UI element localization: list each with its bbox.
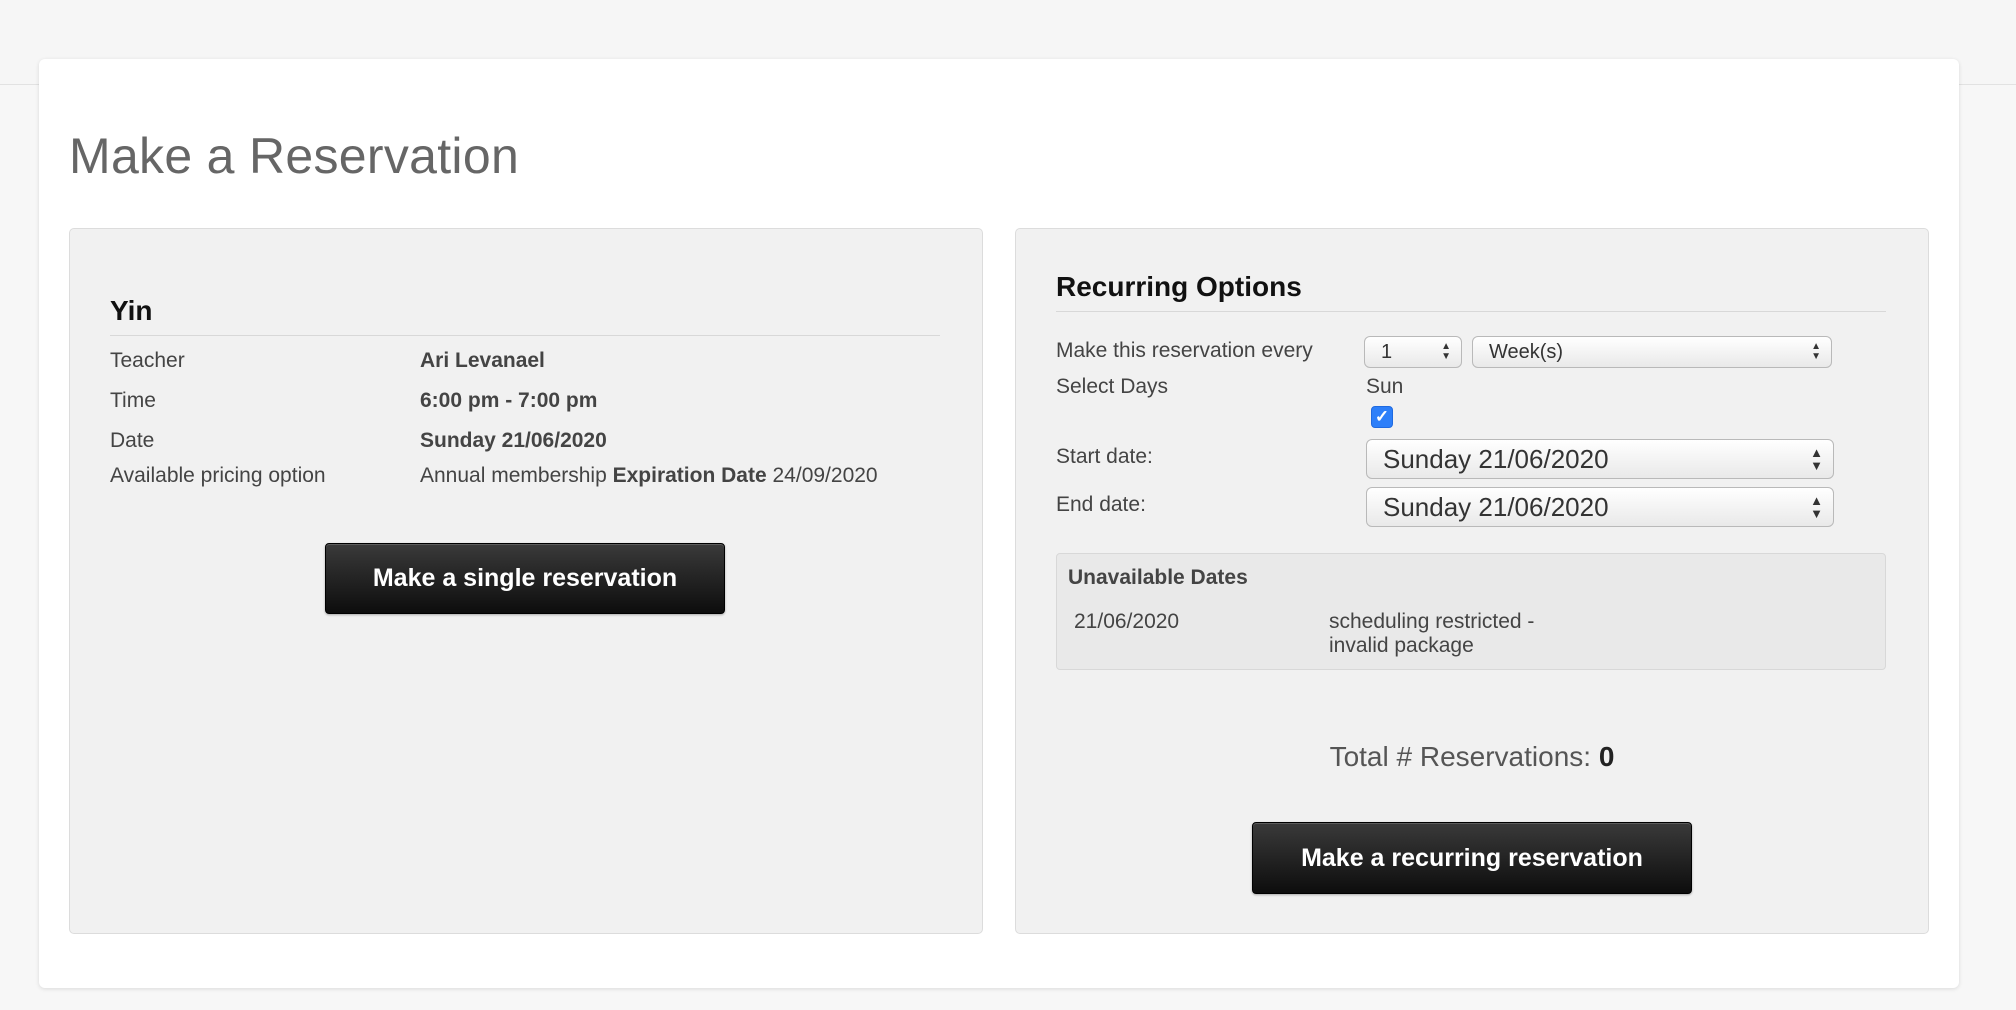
total-reservations: Total # Reservations: 0 — [1016, 741, 1928, 773]
total-count: 0 — [1598, 741, 1615, 772]
recurring-options-title: Recurring Options — [1056, 271, 1886, 312]
end-date-value: Sunday 21/06/2020 — [1383, 491, 1609, 522]
unavailable-reason: scheduling restricted - invalid package — [1329, 610, 1535, 657]
detail-label: Teacher — [110, 349, 185, 372]
make-single-reservation-button[interactable]: Make a single reservation — [325, 543, 725, 614]
date-value: Sunday 21/06/2020 — [420, 429, 607, 452]
unavailable-date: 21/06/2020 — [1074, 610, 1180, 633]
start-date-value: Sunday 21/06/2020 — [1383, 443, 1609, 474]
select-arrows-icon: ▲ ▼ — [1810, 493, 1823, 521]
pricing-option: Annual membership — [420, 464, 607, 487]
pricing-value: Annual membership Expiration Date 24/09/… — [420, 464, 878, 488]
day-sun-label: Sun — [1366, 375, 1404, 398]
repeat-every-label: Make this reservation every — [1056, 339, 1313, 362]
expiration-label: Expiration Date — [612, 464, 767, 487]
detail-label: Date — [110, 429, 155, 452]
detail-label: Available pricing option — [110, 464, 326, 487]
interval-unit-value: Week(s) — [1489, 340, 1564, 363]
expiration-date: 24/09/2020 — [772, 464, 878, 487]
class-name: Yin — [110, 295, 940, 336]
time-value: 6:00 pm - 7:00 pm — [420, 389, 598, 412]
recurring-options-panel: Recurring Options Make this reservation … — [1015, 228, 1929, 934]
detail-label: Time — [110, 389, 156, 412]
unavailable-dates-title: Unavailable Dates — [1068, 566, 1248, 589]
end-date-select[interactable]: Sunday 21/06/2020 ▲ ▼ — [1366, 487, 1834, 527]
select-arrows-icon: ▲ ▼ — [1810, 445, 1823, 473]
day-sun-checkbox[interactable]: ✓ — [1371, 406, 1393, 428]
teacher-value: Ari Levanael — [420, 349, 545, 372]
select-arrows-icon: ▲ ▼ — [1441, 341, 1451, 362]
select-days-label: Select Days — [1056, 375, 1169, 398]
class-details-panel: Yin Teacher Ari Levanael Time 6:00 pm - … — [69, 228, 983, 934]
start-date-select[interactable]: Sunday 21/06/2020 ▲ ▼ — [1366, 439, 1834, 479]
interval-value: 1 — [1381, 340, 1393, 363]
total-label: Total # Reservations: — [1329, 741, 1592, 772]
make-recurring-reservation-button[interactable]: Make a recurring reservation — [1252, 822, 1692, 894]
reservation-card: Make a Reservation Yin Teacher Ari Levan… — [39, 59, 1959, 988]
unavailable-dates-box: Unavailable Dates 21/06/2020 scheduling … — [1056, 553, 1886, 670]
check-icon: ✓ — [1374, 407, 1390, 426]
start-date-label: Start date: — [1056, 445, 1153, 468]
end-date-label: End date: — [1056, 493, 1146, 516]
interval-unit-select[interactable]: Week(s) ▲ ▼ — [1472, 336, 1832, 368]
page-title: Make a Reservation — [69, 128, 520, 184]
interval-select[interactable]: 1 ▲ ▼ — [1364, 336, 1462, 368]
select-arrows-icon: ▲ ▼ — [1811, 341, 1821, 362]
